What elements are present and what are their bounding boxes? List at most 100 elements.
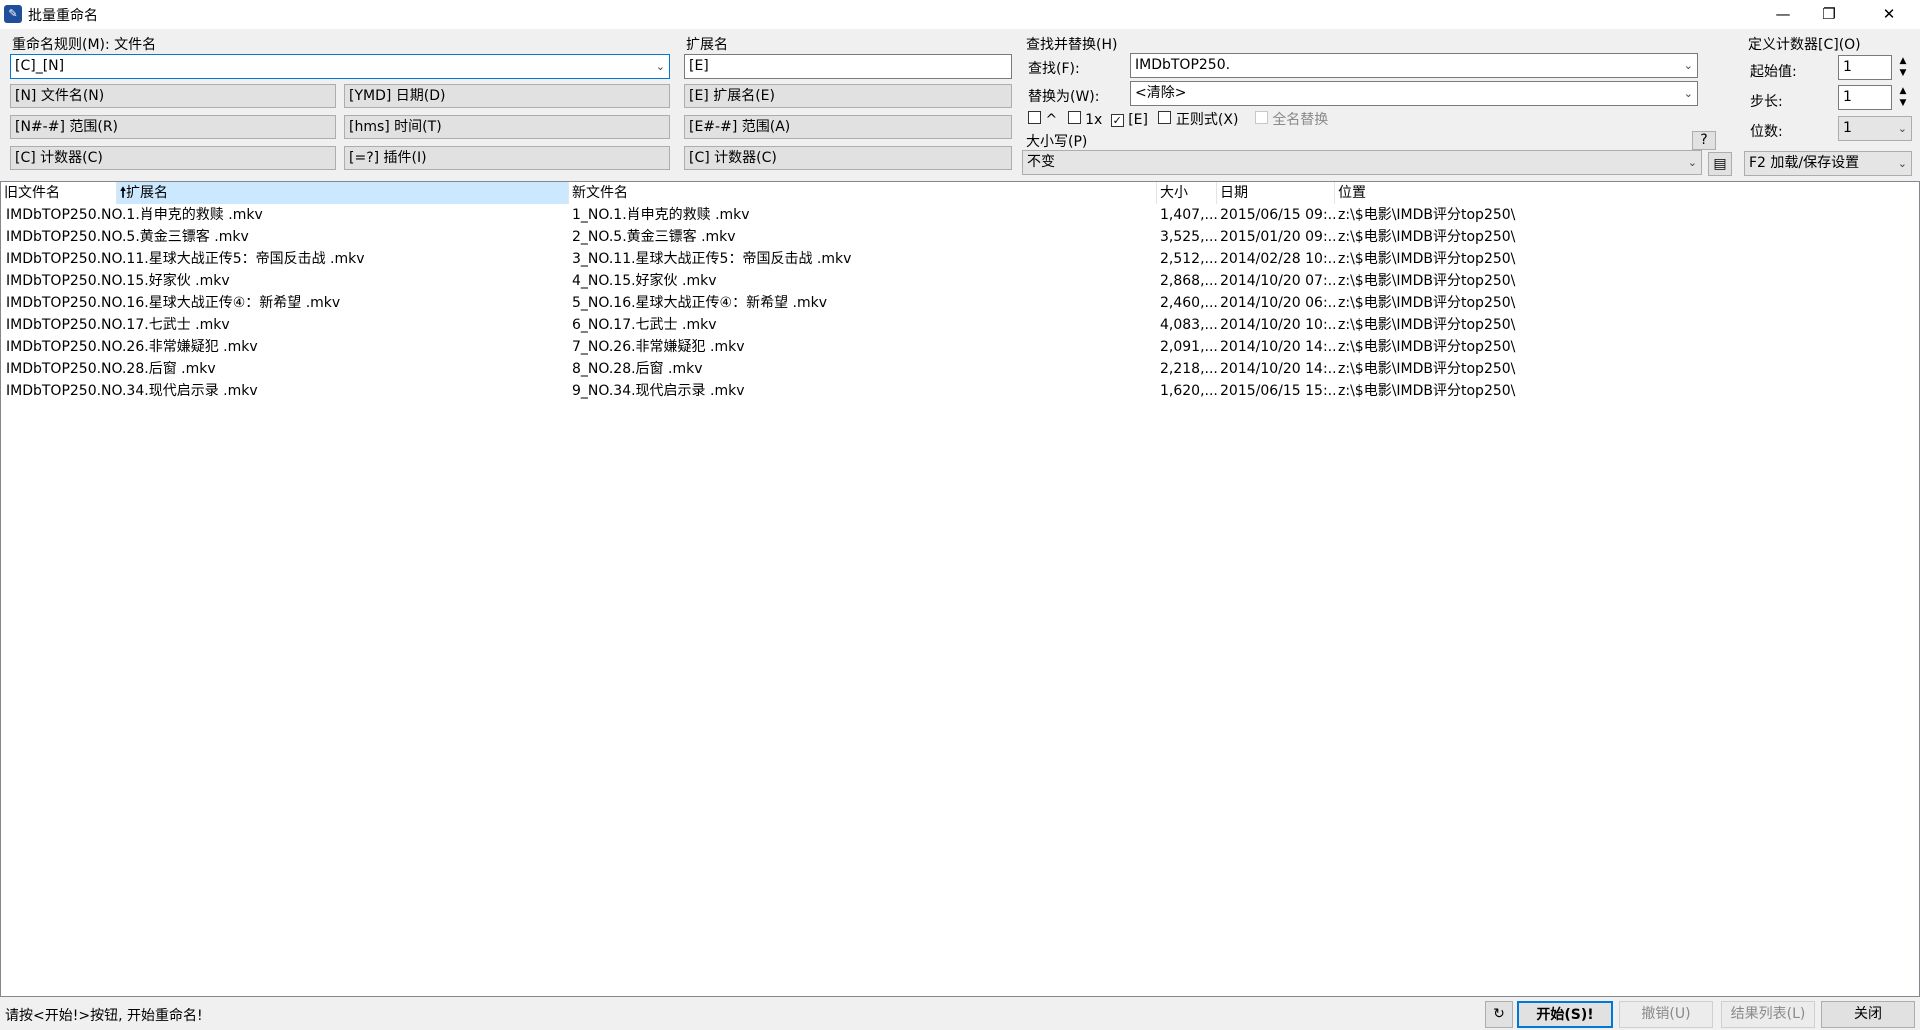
minimize-icon[interactable]: —	[1760, 0, 1806, 29]
insert-extension-range-button[interactable]: [E#-#] 范围(A)	[684, 115, 1012, 139]
column-header-date[interactable]: 日期	[1217, 182, 1335, 204]
cell-old-name: IMDbTOP250.NO.26.非常嫌疑犯 .mkv	[6, 339, 258, 355]
option-once-checkbox[interactable]	[1067, 111, 1081, 124]
case-select[interactable]: 不变 ⌄	[1022, 150, 1702, 175]
close-icon[interactable]: ✕	[1866, 0, 1912, 29]
case-label: 大小写(P)	[1026, 134, 1088, 150]
app-icon: ✎	[4, 5, 22, 23]
clipboard-icon[interactable]: ▤	[1708, 152, 1732, 176]
close-button[interactable]: 关闭	[1821, 1001, 1915, 1028]
column-header-size[interactable]: 大小	[1157, 182, 1217, 204]
insert-counter-button[interactable]: [C] 计数器(C)	[10, 146, 336, 170]
counter-start-spinner[interactable]: ▲ ▼	[1896, 55, 1910, 80]
column-header-location[interactable]: 位置	[1335, 182, 1919, 204]
option-once-label: 1x	[1085, 112, 1103, 128]
undo-button[interactable]: 撤销(U)	[1619, 1001, 1713, 1028]
preset-select[interactable]: F2 加载/保存设置 ⌄	[1744, 151, 1912, 176]
window-title: 批量重命名	[28, 8, 98, 24]
cell-old-name: IMDbTOP250.NO.28.后窗 .mkv	[6, 361, 216, 377]
option-caret-checkbox[interactable]	[1028, 111, 1041, 124]
cell-date: 2014/10/20 14:...	[1220, 361, 1335, 377]
option-extension-checkbox[interactable]: ✓	[1110, 114, 1124, 127]
table-row[interactable]: IMDbTOP250.NO.1.肖申克的救赎 .mkv 1_NO.1.肖申克的救赎…	[1, 204, 1917, 226]
insert-time-button[interactable]: [hms] 时间(T)	[344, 115, 670, 139]
cell-new-name: 3_NO.11.星球大战正传5：帝国反击战 .mkv	[572, 251, 852, 267]
find-options: ^ 1x ✓ [E] 正则式(X) 全名替换	[1028, 109, 1328, 129]
chevron-down-icon[interactable]: ⌄	[1898, 117, 1907, 140]
cell-size: 3,525,...	[1160, 229, 1217, 245]
column-header-new-name[interactable]: 新文件名	[569, 182, 1157, 204]
cell-size: 1,620,...	[1160, 383, 1217, 399]
table-row[interactable]: IMDbTOP250.NO.34.现代启示录 .mkv 9_NO.34.现代启示录…	[1, 380, 1917, 402]
table-row[interactable]: IMDbTOP250.NO.16.星球大战正传④：新希望 .mkv 5_NO.16…	[1, 292, 1917, 314]
restore-icon[interactable]: ❐	[1806, 0, 1852, 29]
chevron-down-icon[interactable]: ⌄	[656, 55, 665, 78]
find-replace-label: 查找并替换(H)	[1026, 37, 1118, 53]
insert-name-range-button[interactable]: [N#-#] 范围(R)	[10, 115, 336, 139]
table-row[interactable]: IMDbTOP250.NO.11.星球大战正传5：帝国反击战 .mkv 3_NO.…	[1, 248, 1917, 270]
cell-new-name: 9_NO.34.现代启示录 .mkv	[572, 383, 745, 399]
find-input[interactable]: IMDbTOP250. ⌄	[1130, 53, 1698, 78]
option-regex-checkbox[interactable]	[1158, 111, 1172, 124]
replace-value: <清除>	[1135, 85, 1187, 101]
option-fullname-checkbox[interactable]	[1254, 111, 1268, 124]
insert-date-button[interactable]: [YMD] 日期(D)	[344, 84, 670, 108]
replace-input[interactable]: <清除> ⌄	[1130, 81, 1698, 106]
cell-new-name: 7_NO.26.非常嫌疑犯 .mkv	[572, 339, 745, 355]
cell-location: z:\$电影\IMDB评分top250\	[1338, 361, 1516, 377]
option-extension-label: [E]	[1128, 112, 1148, 128]
cell-old-name: IMDbTOP250.NO.15.好家伙 .mkv	[6, 273, 230, 289]
table-row[interactable]: IMDbTOP250.NO.5.黄金三镖客 .mkv 2_NO.5.黄金三镖客 .…	[1, 226, 1917, 248]
extension-input[interactable]: [E]	[684, 54, 1012, 79]
rename-rule-value: [C]_[N]	[15, 58, 65, 74]
chevron-down-icon[interactable]: ⌄	[1898, 152, 1907, 175]
title-bar: ✎ 批量重命名 — ❐ ✕	[0, 0, 1920, 29]
cell-date: 2015/06/15 09:...	[1220, 207, 1335, 223]
table-row[interactable]: IMDbTOP250.NO.26.非常嫌疑犯 .mkv 7_NO.26.非常嫌疑犯…	[1, 336, 1917, 358]
cell-location: z:\$电影\IMDB评分top250\	[1338, 251, 1516, 267]
result-list-button[interactable]: 结果列表(L)	[1721, 1001, 1815, 1028]
counter-step-spinner[interactable]: ▲ ▼	[1896, 85, 1910, 110]
extension-label: 扩展名	[686, 37, 728, 53]
cell-date: 2015/06/15 15:...	[1220, 383, 1335, 399]
insert-extension-counter-button[interactable]: [C] 计数器(C)	[684, 146, 1012, 170]
find-label: 查找(F):	[1028, 61, 1080, 77]
cell-location: z:\$电影\IMDB评分top250\	[1338, 207, 1516, 223]
preset-value: F2 加载/保存设置	[1749, 155, 1860, 171]
cell-size: 4,083,...	[1160, 317, 1217, 333]
insert-plugin-button[interactable]: [=?] 插件(I)	[344, 146, 670, 170]
counter-start-input[interactable]: 1	[1838, 55, 1892, 80]
case-value: 不变	[1027, 154, 1055, 170]
chevron-down-icon[interactable]: ⌄	[1684, 82, 1693, 105]
cell-location: z:\$电影\IMDB评分top250\	[1338, 229, 1516, 245]
counter-digits-select[interactable]: 1 ⌄	[1838, 116, 1912, 141]
table-row[interactable]: IMDbTOP250.NO.17.七武士 .mkv 6_NO.17.七武士 .mk…	[1, 314, 1917, 336]
chevron-down-icon[interactable]: ⌄	[1688, 151, 1697, 174]
table-row[interactable]: IMDbTOP250.NO.28.后窗 .mkv 8_NO.28.后窗 .mkv 2…	[1, 358, 1917, 380]
column-header-extension[interactable]: 🠕扩展名	[117, 182, 569, 204]
cell-date: 2014/10/20 06:...	[1220, 295, 1335, 311]
insert-extension-button[interactable]: [E] 扩展名(E)	[684, 84, 1012, 108]
insert-name-button[interactable]: [N] 文件名(N)	[10, 84, 336, 108]
file-list[interactable]: 旧文件名 🠕扩展名 新文件名 大小 日期 位置 IMDbTOP250.NO.1.…	[0, 181, 1920, 997]
replace-label: 替换为(W):	[1028, 89, 1100, 105]
cell-date: 2015/01/20 09:...	[1220, 229, 1335, 245]
column-header-old-name[interactable]: 旧文件名	[1, 182, 117, 204]
refresh-icon[interactable]: ↻	[1485, 1001, 1513, 1028]
cell-old-name: IMDbTOP250.NO.11.星球大战正传5：帝国反击战 .mkv	[6, 251, 365, 267]
option-regex-label: 正则式(X)	[1175, 112, 1239, 128]
counter-step-input[interactable]: 1	[1838, 85, 1892, 110]
cell-size: 2,460,...	[1160, 295, 1217, 311]
column-header-extension-label: 扩展名	[126, 185, 169, 201]
help-button[interactable]: ?	[1692, 131, 1716, 150]
rename-rule-input[interactable]: [C]_[N] ⌄	[10, 54, 670, 79]
cell-old-name: IMDbTOP250.NO.16.星球大战正传④：新希望 .mkv	[6, 295, 341, 311]
cell-size: 2,512,...	[1160, 251, 1217, 267]
chevron-down-icon[interactable]: ⌄	[1684, 54, 1693, 77]
cell-old-name: IMDbTOP250.NO.17.七武士 .mkv	[6, 317, 230, 333]
cell-location: z:\$电影\IMDB评分top250\	[1338, 317, 1516, 333]
start-button[interactable]: 开始(S)!	[1517, 1001, 1613, 1028]
table-row[interactable]: IMDbTOP250.NO.15.好家伙 .mkv 4_NO.15.好家伙 .mk…	[1, 270, 1917, 292]
cell-size: 2,218,...	[1160, 361, 1217, 377]
cell-new-name: 8_NO.28.后窗 .mkv	[572, 361, 703, 377]
